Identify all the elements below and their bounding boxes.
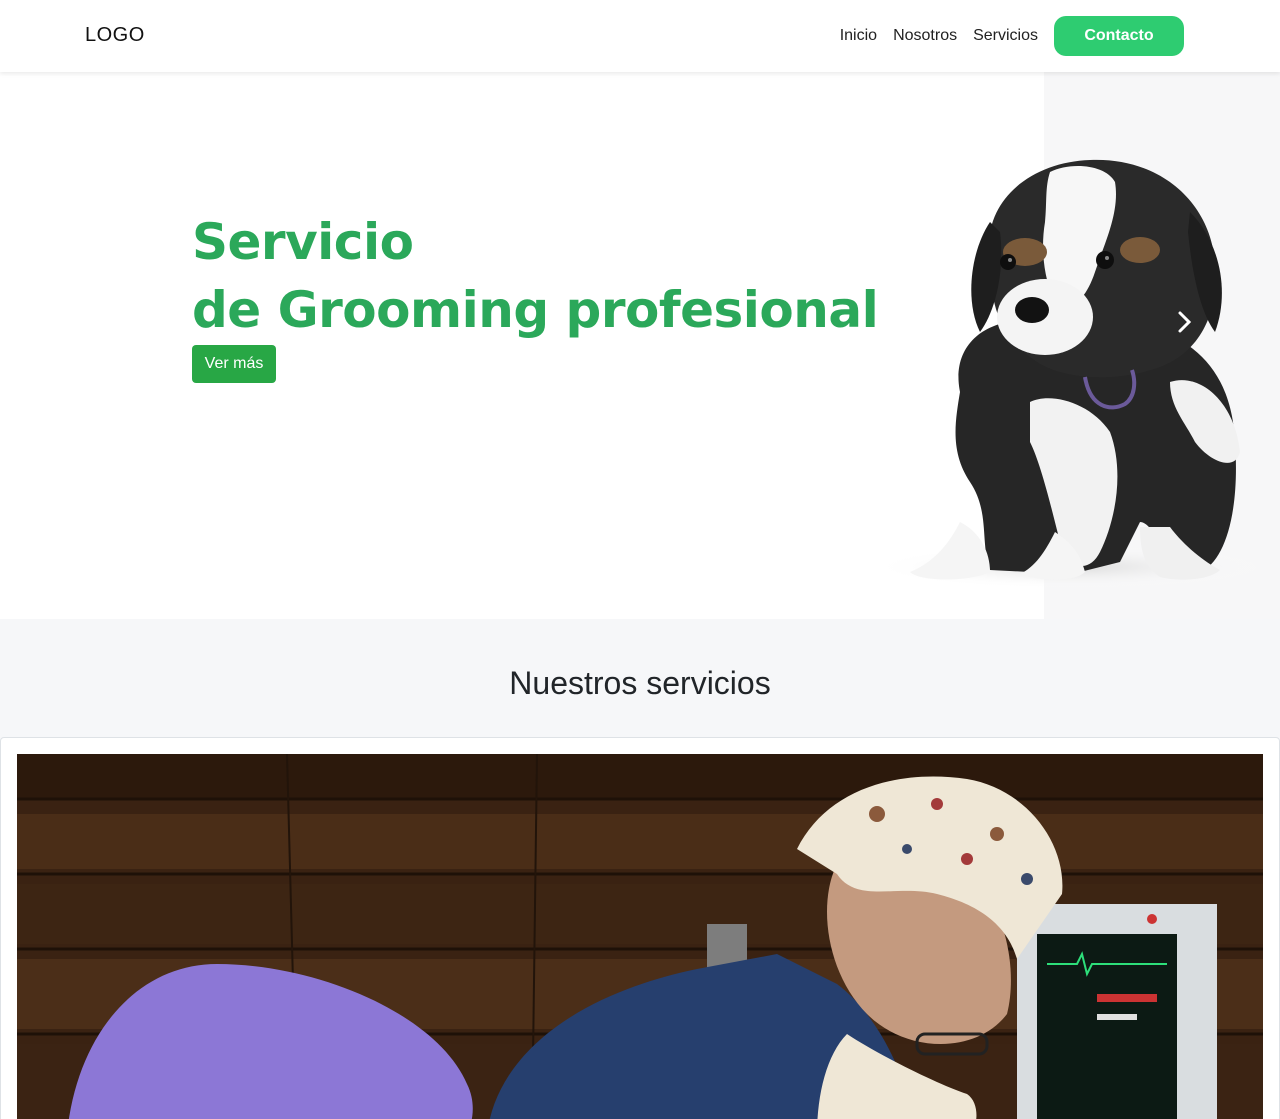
chevron-right-icon[interactable] xyxy=(1172,310,1196,334)
hero-carousel: Servicio de Grooming profesional Ver más xyxy=(0,72,1280,619)
navbar: LOGO Inicio Nosotros Servicios Contacto xyxy=(0,0,1280,72)
hero-title-line1: Servicio xyxy=(192,213,414,271)
nav-link-nosotros[interactable]: Nosotros xyxy=(893,27,957,45)
nav-link-servicios[interactable]: Servicios xyxy=(973,27,1038,45)
service-card-image xyxy=(17,754,1263,1119)
service-card xyxy=(0,737,1280,1119)
hero-title: Servicio de Grooming profesional xyxy=(192,208,879,344)
hero-title-line2: de Grooming profesional xyxy=(192,281,879,339)
puppy-image xyxy=(870,159,1260,589)
ver-mas-button[interactable]: Ver más xyxy=(192,345,276,383)
logo[interactable]: LOGO xyxy=(85,24,145,47)
nav-link-inicio[interactable]: Inicio xyxy=(840,27,877,45)
services-section: Nuestros servicios xyxy=(0,619,1280,1119)
contact-button[interactable]: Contacto xyxy=(1054,16,1184,56)
nav-links: Inicio Nosotros Servicios Contacto xyxy=(840,16,1184,56)
services-title: Nuestros servicios xyxy=(509,665,771,701)
